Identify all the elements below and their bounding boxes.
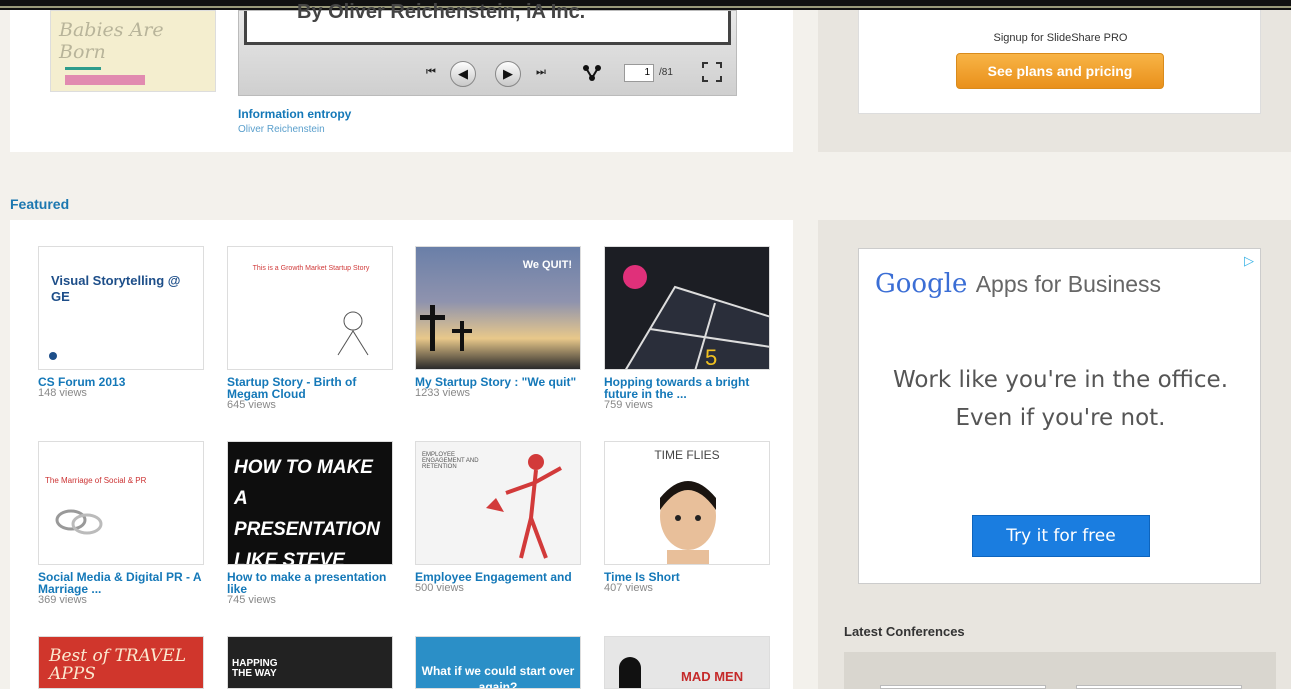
thumbnail-text: TIME FLIES [654, 448, 720, 462]
child-photo [660, 481, 716, 564]
last-slide-icon[interactable]: ⏭ [536, 66, 546, 79]
featured-thumbnail[interactable]: MAD MEN [604, 636, 770, 689]
featured-item[interactable]: The Marriage of Social & PR Social Media… [38, 441, 204, 606]
thumbnail-text: MAD MEN [681, 669, 744, 684]
top-border-line [0, 6, 1291, 8]
thumbnail-text: This is a Growth Market Startup Story [252, 265, 370, 272]
featured-item[interactable]: This is a Growth Market Startup Story St… [227, 246, 393, 411]
featured-item-views: 1233 views [415, 387, 471, 399]
author-link[interactable]: Oliver Reichenstein [238, 124, 325, 135]
adchoices-icon[interactable]: ▷ [1244, 253, 1254, 269]
thumbnail-text: The Marriage of Social & PR [45, 476, 147, 485]
thumbnail-text: EMPLOYEE ENGAGEMENT AND RETENTION [422, 452, 479, 470]
share-icon[interactable] [582, 64, 602, 82]
featured-item[interactable]: Best of TRAVEL APPS [38, 636, 204, 689]
thumbnail-text: HOW TO MAKE A PRESENTATION LIKE STEVE JO… [234, 457, 381, 565]
google-apps-ad[interactable]: ▷ Google Apps for Business Work like you… [858, 248, 1261, 584]
conferences-panel [844, 652, 1276, 689]
related-thumbnail[interactable]: Babies Are Born [50, 10, 216, 92]
illustration-icon [486, 454, 562, 559]
thumbnail-bar [65, 67, 101, 70]
featured-thumbnail[interactable]: Best of TRAVEL APPS [38, 636, 204, 689]
thumbnail-text: We QUIT! [522, 259, 572, 271]
thumbnail-text: Visual Storytelling @ GE [51, 273, 181, 304]
presentation-title-link[interactable]: Information entropy [238, 107, 351, 121]
latest-conferences-heading: Latest Conferences [844, 624, 965, 639]
featured-item-views: 407 views [604, 582, 653, 594]
top-border [0, 0, 1291, 10]
apps-for-business-text: Apps for Business [975, 271, 1162, 297]
featured-item[interactable]: What if we could start over again? [415, 636, 581, 689]
thumbnail-text: Babies Are Born [59, 19, 164, 63]
featured-item[interactable]: 5 Hopping towards a bright future in the… [604, 246, 770, 411]
ad-headline-2: Even if you're not. [955, 405, 1166, 431]
thumbnail-text: Best of TRAVEL APPS [49, 646, 186, 684]
featured-item-views: 645 views [227, 399, 276, 411]
featured-item[interactable]: Visual Storytelling @ GE CS Forum 2013 1… [38, 246, 204, 399]
page-total: /81 [659, 67, 673, 78]
featured-thumbnail[interactable]: What if we could start over again? [415, 636, 581, 689]
featured-item-title[interactable]: Hopping towards a bright future in the .… [604, 376, 770, 400]
page-number-input[interactable]: 1 [624, 64, 654, 82]
featured-item-views: 745 views [227, 594, 276, 606]
cross-icon [452, 329, 472, 333]
next-slide-button[interactable]: ▶ [495, 61, 521, 87]
pro-signup-text: Signup for SlideShare PRO [993, 32, 1128, 44]
silhouette-icon [619, 657, 641, 688]
featured-thumbnail[interactable]: HAPPING THE WAY [227, 636, 393, 689]
ge-logo-icon [49, 352, 57, 360]
conference-thumbnail[interactable] [1076, 685, 1242, 689]
featured-thumbnail[interactable]: We QUIT! [415, 246, 581, 370]
previous-slide-button[interactable]: ◀ [450, 61, 476, 87]
featured-item-views: 500 views [415, 582, 464, 594]
fullscreen-icon[interactable] [702, 62, 722, 82]
ad-headline-1: Work like you're in the office. [892, 367, 1229, 393]
thumbnail-text: What if we could start over again? [421, 664, 575, 689]
featured-thumbnail[interactable]: The Marriage of Social & PR [38, 441, 204, 565]
featured-item-title[interactable]: How to make a presentation like [227, 571, 393, 595]
featured-item[interactable]: MAD MEN [604, 636, 770, 689]
featured-heading: Featured [10, 196, 70, 212]
pro-signup-box: Signup for SlideShare PRO See plans and … [858, 10, 1261, 114]
featured-item-views: 759 views [604, 399, 653, 411]
thumbnail-bar [65, 75, 145, 85]
featured-item-title[interactable]: Social Media & Digital PR - A Marriage .… [38, 571, 204, 595]
illustration-icon [337, 311, 369, 356]
featured-item-title[interactable]: Startup Story - Birth of Megam Cloud [227, 376, 393, 400]
rings-icon [55, 509, 103, 535]
featured-thumbnail[interactable]: HOW TO MAKE A PRESENTATION LIKE STEVE JO… [227, 441, 393, 565]
featured-item[interactable]: EMPLOYEE ENGAGEMENT AND RETENTION Employ… [415, 441, 581, 594]
featured-item-views: 148 views [38, 387, 87, 399]
try-it-free-button[interactable]: Try it for free [972, 515, 1150, 557]
slide-caption: By Oliver Reichenstein, iA Inc. [297, 1, 586, 23]
featured-thumbnail[interactable]: TIME FLIES [604, 441, 770, 565]
slide-viewport: By Oliver Reichenstein, iA Inc. [244, 1, 731, 45]
featured-thumbnail[interactable]: Visual Storytelling @ GE [38, 246, 204, 370]
google-apps-logo: Google Apps for Business [875, 269, 1161, 299]
cross-icon [430, 305, 435, 351]
see-plans-button[interactable]: See plans and pricing [956, 53, 1164, 89]
featured-thumbnail[interactable]: 5 [604, 246, 770, 370]
slide-player[interactable]: By Oliver Reichenstein, iA Inc. ⏮ ◀ ▶ ⏭ … [238, 1, 737, 96]
featured-item[interactable]: We QUIT! My Startup Story : "We quit" 12… [415, 246, 581, 399]
featured-item[interactable]: TIME FLIES Time Is Short 407 views [604, 441, 770, 594]
cross-icon [460, 321, 464, 351]
conference-thumbnail[interactable] [880, 685, 1046, 689]
featured-thumbnail[interactable]: EMPLOYEE ENGAGEMENT AND RETENTION [415, 441, 581, 565]
svg-text:5: 5 [705, 345, 717, 370]
featured-item[interactable]: HOW TO MAKE A PRESENTATION LIKE STEVE JO… [227, 441, 393, 606]
google-wordmark: Google [875, 269, 968, 299]
hopscotch-image: 5 [623, 265, 769, 370]
first-slide-icon[interactable]: ⏮ [426, 66, 436, 79]
thumbnail-text: HAPPING THE WAY [232, 658, 278, 679]
featured-item-views: 369 views [38, 594, 87, 606]
featured-thumbnail[interactable]: This is a Growth Market Startup Story [227, 246, 393, 370]
cross-icon [420, 315, 445, 320]
featured-item[interactable]: HAPPING THE WAY [227, 636, 393, 689]
